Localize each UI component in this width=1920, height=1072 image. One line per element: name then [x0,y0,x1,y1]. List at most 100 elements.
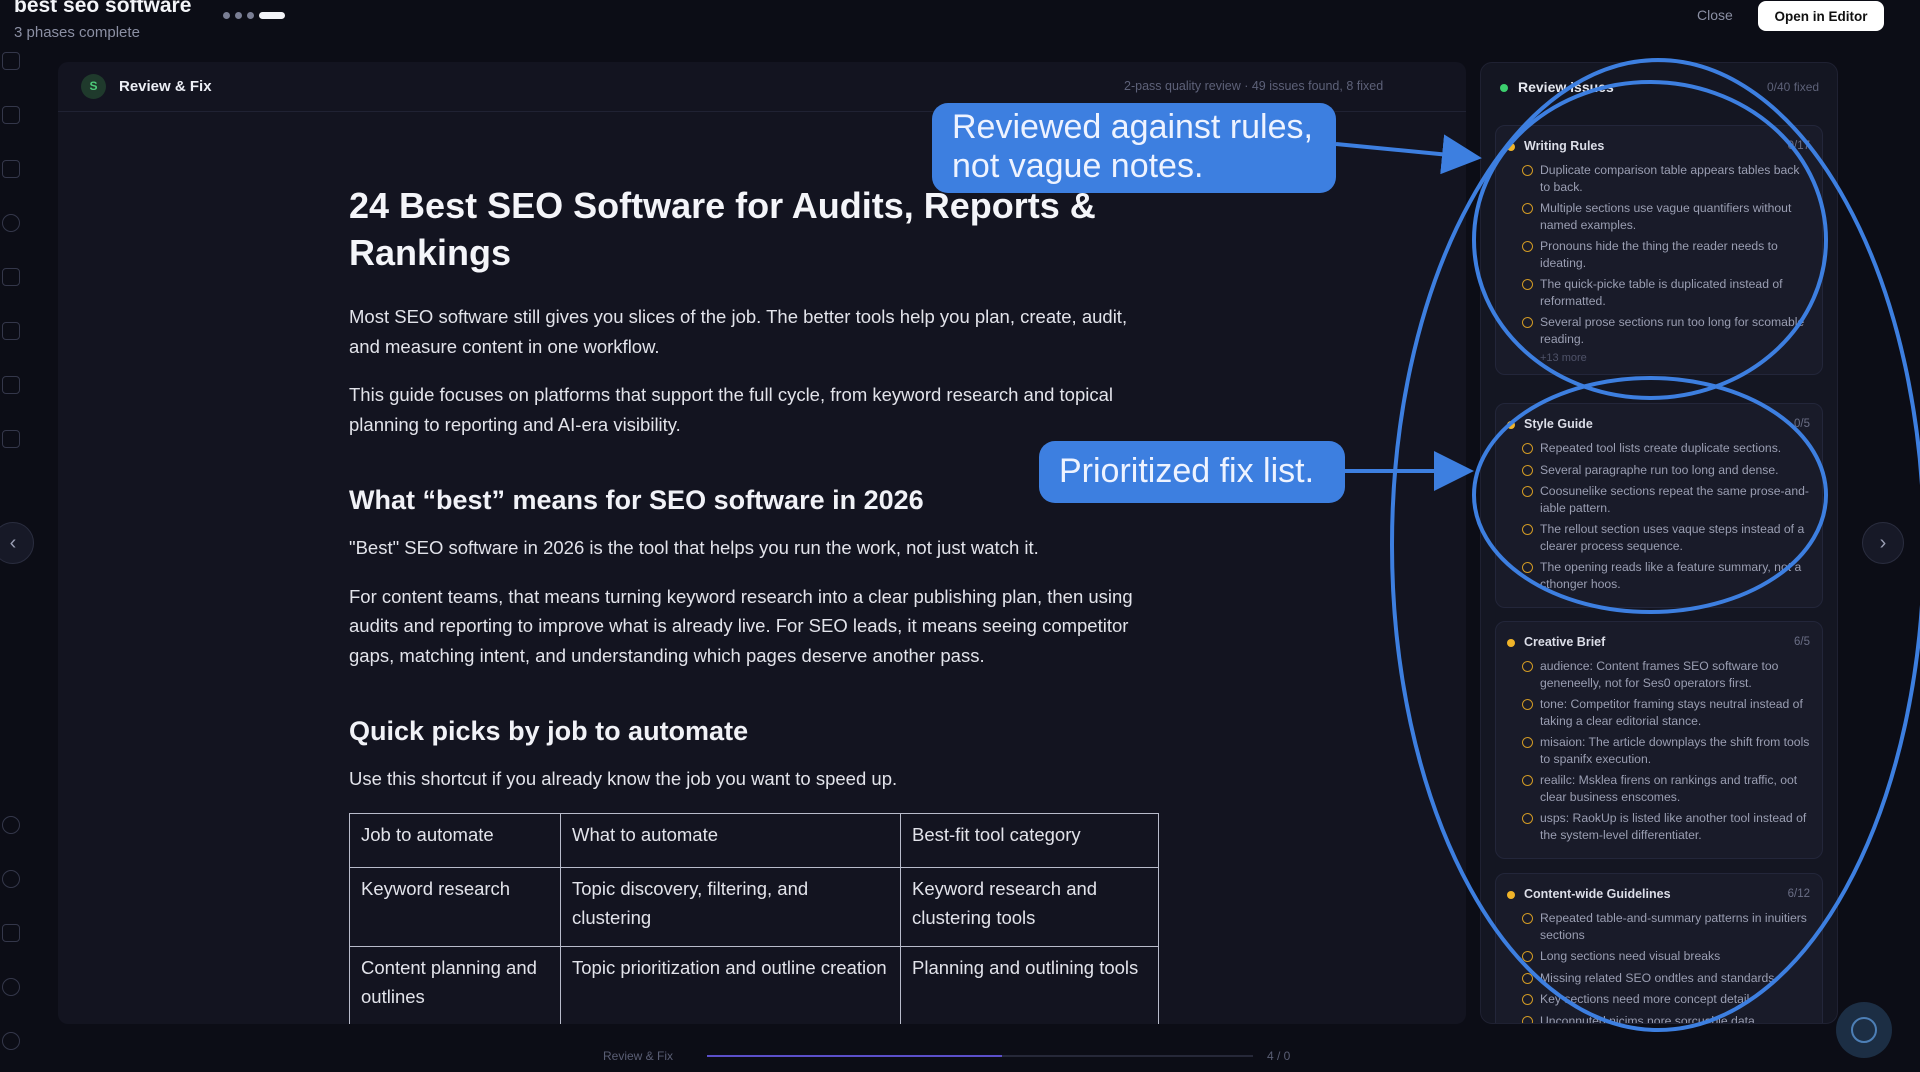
group-title: Content-wide Guidelines [1524,887,1671,901]
documents-icon[interactable] [2,52,20,70]
issue-group-content-guidelines[interactable]: Content-wide Guidelines 6/12 Repeated ta… [1495,873,1823,1023]
issue-item[interactable]: tone: Competitor framing stays neutral i… [1507,696,1810,729]
issue-group-style-guide[interactable]: Style Guide 0/5 Repeated tool lists crea… [1495,403,1823,608]
table-cell: Topic discovery, filtering, and clusteri… [560,866,901,947]
paragraph: This guide focuses on platforms that sup… [349,384,1114,435]
issue-item[interactable]: Long sections need visual breaks [1507,948,1810,965]
issue-checkbox[interactable] [1522,813,1533,824]
issue-item[interactable]: Unconnuted nicims nore sorcuable data [1507,1013,1810,1023]
issue-group-creative-brief[interactable]: Creative Brief 6/5 audience: Content fra… [1495,621,1823,859]
issue-checkbox[interactable] [1522,951,1533,962]
show-more-link[interactable]: +13 more [1507,352,1810,364]
issue-item[interactable]: Missing related SEO ondtles and standard… [1507,970,1810,987]
issue-checkbox[interactable] [1522,661,1533,672]
phase-stepper[interactable] [223,12,285,19]
help-icon[interactable] [2,870,20,888]
quick-picks-table: Job to automate What to automate Best-fi… [349,812,1159,1024]
group-header[interactable]: Content-wide Guidelines 6/12 [1507,886,1810,904]
issue-item[interactable]: The opening reads like a feature summary… [1507,559,1810,592]
phase-dot[interactable] [235,12,242,19]
issue-checkbox[interactable] [1522,317,1533,328]
issue-checkbox[interactable] [1522,737,1533,748]
issue-item[interactable]: misaion: The article downplays the shift… [1507,734,1810,767]
issue-group-writing-rules[interactable]: Writing Rules 0/17 Duplicate comparison … [1495,125,1823,375]
workflow-icon[interactable] [2,430,20,448]
footer-step-label: Review & Fix [603,1049,674,1063]
issue-item[interactable]: Key sections need more concept detail [1507,991,1810,1008]
previous-arrow-icon[interactable]: ‹ [0,522,34,564]
phase-dot-active[interactable] [259,12,285,19]
table-header-row: Job to automate What to automate Best-fi… [349,812,1159,868]
close-button[interactable]: Close [1697,7,1733,23]
table-cell: Topic prioritization and outline creatio… [560,945,901,1024]
issue-checkbox[interactable] [1522,699,1533,710]
issue-item[interactable]: Repeated tool lists create duplicate sec… [1507,440,1810,457]
next-arrow-icon[interactable]: › [1862,522,1904,564]
phase-dot[interactable] [223,12,230,19]
paragraph: "Best" SEO software in 2026 is the tool … [349,537,1039,558]
issue-checkbox[interactable] [1522,562,1533,573]
issue-checkbox[interactable] [1522,524,1533,535]
phase-dot[interactable] [247,12,254,19]
issue-item[interactable]: Pronouns hide the thing the reader needs… [1507,238,1810,271]
issue-item[interactable]: The rellout section uses vaque steps ins… [1507,521,1810,554]
issue-checkbox[interactable] [1522,994,1533,1005]
review-issues-panel: Review issues 0/40 fixed Writing Rules 0… [1480,62,1838,1024]
chat-launcher-icon[interactable] [1836,1002,1892,1058]
issue-item[interactable]: Multiple sections use vague quantifiers … [1507,200,1810,233]
copy-icon[interactable] [2,160,20,178]
link-icon[interactable] [2,816,20,834]
group-header[interactable]: Creative Brief 6/5 [1507,634,1810,652]
review-panel-title: Review issues [1518,79,1614,95]
issue-item[interactable]: Duplicate comparison table appears table… [1507,162,1810,195]
issue-checkbox[interactable] [1522,279,1533,290]
issue-item[interactable]: The quick-picke table is duplicated inst… [1507,276,1810,309]
group-status-dot [1507,143,1515,151]
group-count: 0/5 [1794,418,1810,430]
open-in-editor-button[interactable]: Open in Editor [1758,1,1884,31]
issue-checkbox[interactable] [1522,913,1533,924]
user-icon[interactable] [2,978,20,996]
issue-checkbox[interactable] [1522,1015,1533,1023]
issue-item[interactable]: Repeated table-and-summary patterns in i… [1507,910,1810,943]
issue-item[interactable]: Several paragraphe run too long and dens… [1507,462,1810,479]
issue-checkbox[interactable] [1522,464,1533,476]
review-summary: 2-pass quality review · 49 issues found,… [1124,79,1384,93]
group-header[interactable]: Style Guide 0/5 [1507,416,1810,434]
issue-item[interactable]: Coosunelike sections repeat the same pro… [1507,483,1810,516]
group-status-dot [1507,421,1515,429]
section-heading: Quick picks by job to automate [349,716,749,746]
issue-item[interactable]: audience: Content frames SEO software to… [1507,658,1810,691]
issue-checkbox[interactable] [1522,443,1533,454]
group-header[interactable]: Writing Rules 0/17 [1507,138,1810,156]
step-badge: S [81,74,106,99]
table-header-cell: Best-fit tool category [900,812,1159,868]
group-title: Style Guide [1524,417,1593,431]
status-dot [1500,84,1508,92]
issue-checkbox[interactable] [1522,165,1533,176]
callout-rules: Reviewed against rules, not vague notes. [932,103,1336,193]
issue-item[interactable]: Several prose sections run too long for … [1507,314,1810,347]
issue-checkbox[interactable] [1522,241,1533,252]
group-title: Writing Rules [1524,139,1605,153]
refresh-icon[interactable] [2,214,20,232]
plugin-icon[interactable] [2,322,20,340]
database-icon[interactable] [2,376,20,394]
issue-item[interactable]: realilc: Msklea firens on rankings and t… [1507,772,1810,805]
gear-icon[interactable] [2,1032,20,1050]
issue-checkbox[interactable] [1522,775,1533,786]
issue-checkbox[interactable] [1522,486,1533,497]
chat-icon[interactable] [2,924,20,942]
table-cell: Keyword research and clustering tools [900,866,1159,947]
issue-checkbox[interactable] [1522,203,1533,214]
top-bar: best seo software 3 phases complete Clos… [0,0,1920,52]
table-cell: Planning and outlining tools [900,945,1159,1024]
analytics-icon[interactable] [2,268,20,286]
issue-checkbox[interactable] [1522,972,1533,984]
table-header-cell: Job to automate [349,812,561,868]
pages-icon[interactable] [2,106,20,124]
paragraph: Most SEO software still gives you slices… [349,306,1128,357]
issue-item[interactable]: usps: RaokUp is listed like another tool… [1507,810,1810,843]
table-cell: Keyword research [349,866,561,947]
group-status-dot [1507,891,1515,899]
